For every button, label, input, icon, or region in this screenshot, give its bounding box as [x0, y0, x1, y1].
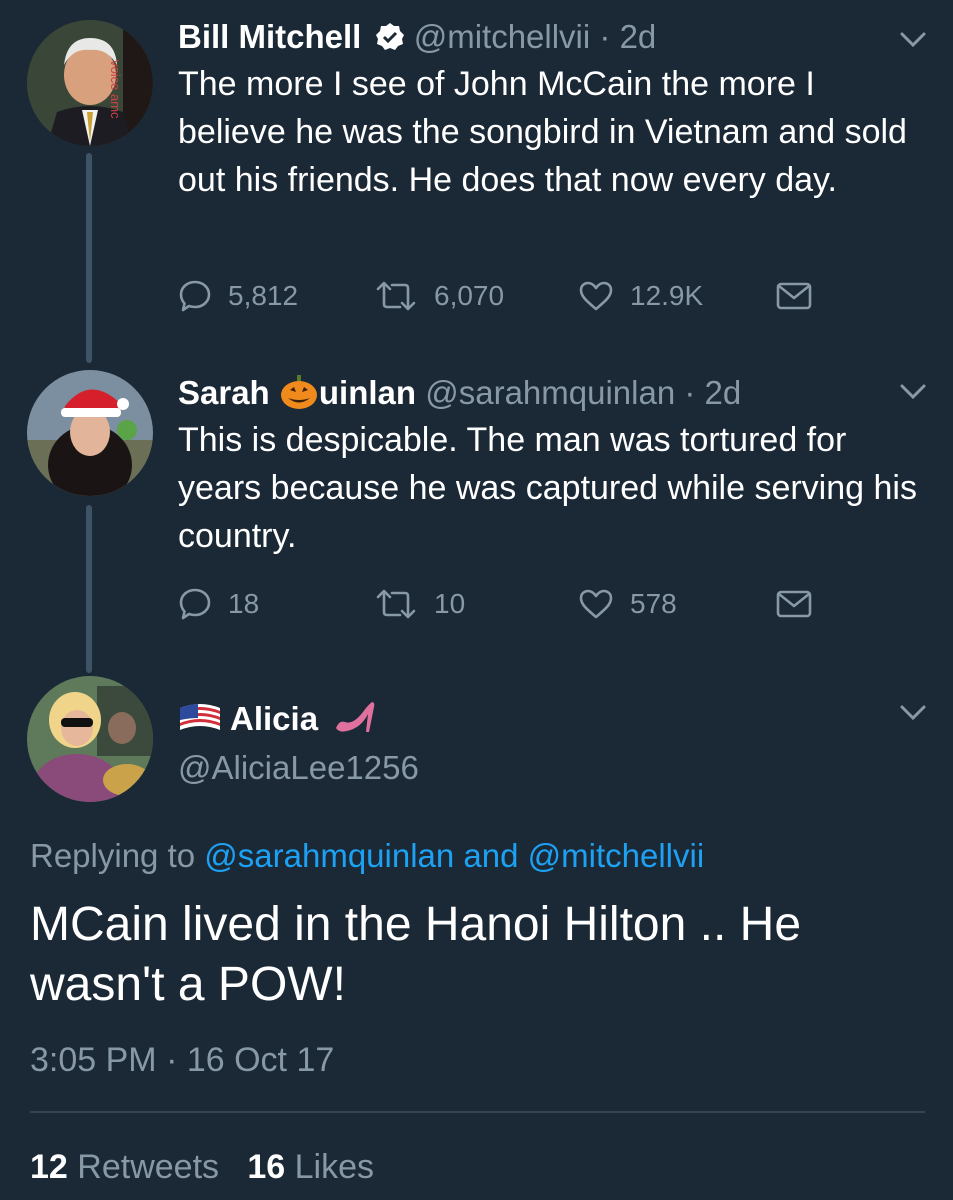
avatar-sarah-quinlan[interactable] — [27, 370, 153, 496]
thread-line — [86, 153, 92, 363]
reply-icon — [179, 588, 211, 620]
like-button[interactable]: 12.9K — [578, 276, 703, 316]
tweet-header: Sarah uinlan @sarahmquinlan · 2d — [178, 373, 741, 419]
author-name-part2[interactable]: uinlan — [319, 374, 416, 411]
author-handle[interactable]: @mitchellvii — [414, 18, 591, 55]
tweet-stats: 12 Retweets 16 Likes — [30, 1145, 374, 1189]
like-count: 12.9K — [630, 280, 704, 311]
likes-count: 16 — [247, 1148, 286, 1186]
reply-icon — [179, 280, 211, 312]
like-icon — [579, 589, 613, 619]
likes-label: Likes — [294, 1148, 375, 1186]
reply-count: 5,812 — [228, 280, 299, 311]
separator-dot: · — [599, 18, 611, 55]
us-flag-icon — [178, 702, 222, 743]
likes-stat[interactable]: 16 Likes — [247, 1148, 374, 1186]
like-button[interactable]: 578 — [578, 584, 677, 624]
tweet-time[interactable]: 2d — [620, 18, 657, 55]
tweet-timestamp[interactable]: 3:05 PM · 16 Oct 17 — [30, 1040, 334, 1080]
mention-link-mitchellvii[interactable]: @mitchellvii — [528, 837, 705, 874]
high-heel-icon — [333, 698, 377, 745]
replying-to-and: and — [463, 837, 519, 874]
verified-icon — [375, 21, 405, 61]
retweets-label: Retweets — [77, 1148, 220, 1186]
main-tweet-text: MCain lived in the Hanoi Hilton .. He wa… — [30, 898, 802, 1011]
tweet-header: Bill Mitchell @mitchellvii · 2d — [178, 17, 656, 61]
retweet-icon — [376, 281, 416, 311]
author-name[interactable]: Alicia — [230, 700, 318, 737]
separator-dot: · — [684, 374, 696, 411]
message-button[interactable] — [776, 276, 828, 316]
retweet-button[interactable]: 10 — [374, 584, 465, 624]
tweet-actions: 18 10 578 — [178, 584, 838, 624]
message-icon — [776, 282, 812, 310]
tweet-header: Alicia — [178, 698, 377, 745]
replying-to-label: Replying to — [30, 837, 196, 874]
reply-count: 18 — [228, 588, 260, 619]
author-handle[interactable]: @AliciaLee1256 — [178, 748, 419, 788]
chevron-down-icon[interactable] — [899, 382, 927, 402]
reply-button[interactable]: 5,812 — [178, 276, 298, 316]
avatar-watermark-text: voice amc — [108, 60, 123, 119]
like-icon — [579, 281, 613, 311]
retweet-count: 6,070 — [434, 280, 505, 311]
reply-button[interactable]: 18 — [178, 584, 259, 624]
message-icon — [776, 590, 812, 618]
chevron-down-icon[interactable] — [899, 703, 927, 723]
tweet-text: The more I see of John McCain the more I… — [178, 65, 907, 199]
tweet-text: This is despicable. The man was tortured… — [178, 421, 917, 555]
like-count: 578 — [630, 588, 677, 619]
retweets-stat[interactable]: 12 Retweets — [30, 1148, 219, 1186]
author-name-part1[interactable]: Sarah — [178, 374, 279, 411]
divider — [30, 1111, 925, 1113]
tweet-time[interactable]: 2d — [705, 374, 742, 411]
retweet-count: 10 — [434, 588, 466, 619]
replying-to: Replying to @sarahmquinlan and @mitchell… — [30, 836, 704, 876]
chevron-down-icon[interactable] — [899, 30, 927, 50]
author-name[interactable]: Bill Mitchell — [178, 18, 361, 55]
mention-link-sarahmquinlan[interactable]: @sarahmquinlan — [204, 837, 454, 874]
retweets-count: 12 — [30, 1148, 68, 1186]
retweet-button[interactable]: 6,070 — [374, 276, 504, 316]
avatar-alicia[interactable] — [27, 676, 153, 802]
message-button[interactable] — [776, 584, 828, 624]
avatar-bill-mitchell[interactable]: voice amc — [27, 20, 153, 146]
retweet-icon — [376, 589, 416, 619]
pumpkin-icon — [279, 374, 319, 419]
tweet-actions: 5,812 6,070 12.9K — [178, 276, 838, 316]
author-handle[interactable]: @sarahmquinlan — [425, 374, 675, 411]
thread-line — [86, 505, 92, 673]
